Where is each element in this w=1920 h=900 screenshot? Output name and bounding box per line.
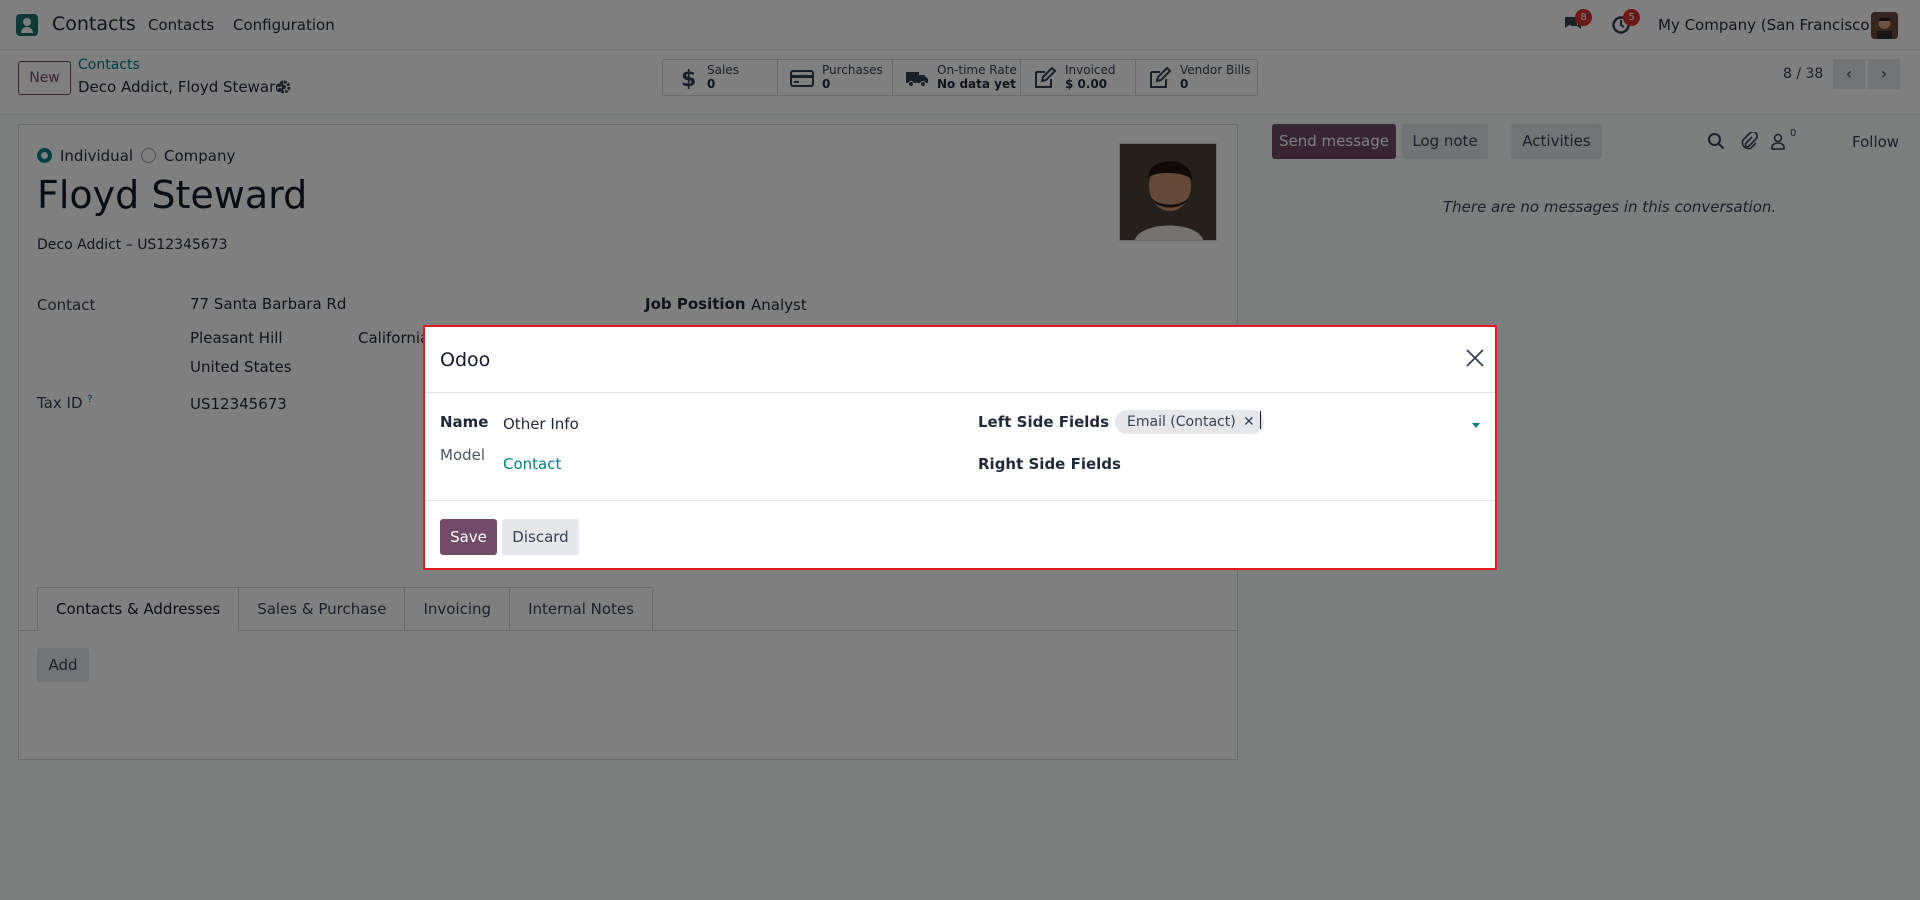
close-icon[interactable] [1464,347,1486,369]
dialog-title: Odoo [440,349,491,371]
dialog-footer-divider [425,500,1495,501]
dialog-header-divider [425,392,1495,393]
left-side-fields-label: Left Side Fields [978,413,1110,431]
save-button[interactable]: Save [440,519,497,555]
discard-button[interactable]: Discard [502,519,579,555]
model-link[interactable]: Contact [503,455,561,473]
name-label: Name [440,413,489,431]
remove-tag-icon[interactable]: ✕ [1243,410,1255,434]
tag-label: Email (Contact) [1127,414,1236,430]
left-side-fields-input[interactable] [1260,411,1261,429]
field-tag-email-contact: Email (Contact) ✕ [1115,410,1264,434]
name-field[interactable]: Other Info [503,415,579,433]
right-side-fields-label: Right Side Fields [978,455,1121,473]
dropdown-arrow-icon[interactable] [1472,423,1480,428]
edit-group-dialog: Odoo Name Other Info Model Contact Left … [423,325,1497,570]
model-label: Model [440,446,486,464]
